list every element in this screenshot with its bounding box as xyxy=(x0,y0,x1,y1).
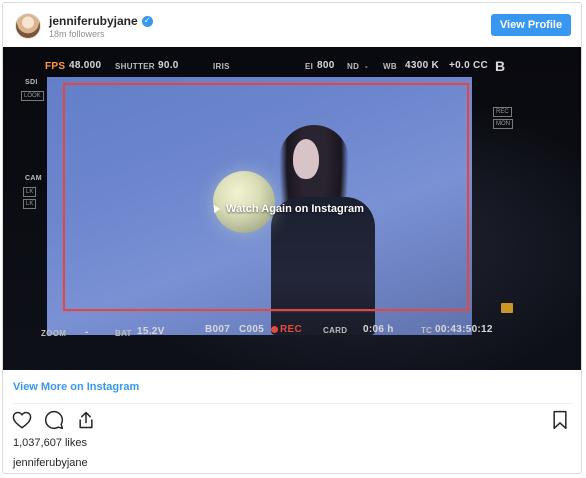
share-icon[interactable] xyxy=(75,409,97,431)
post-header: jenniferubyjane ✓ 18m followers View Pro… xyxy=(3,3,581,47)
comment-icon[interactable] xyxy=(43,409,65,431)
username[interactable]: jenniferubyjane xyxy=(49,14,138,28)
play-icon xyxy=(214,204,221,213)
username-row: jenniferubyjane ✓ xyxy=(49,14,153,28)
view-profile-button[interactable]: View Profile xyxy=(491,14,571,36)
video-overlay: Watch Again on Instagram xyxy=(3,47,581,370)
action-bar xyxy=(11,409,97,431)
view-more-link[interactable]: View More on Instagram xyxy=(13,381,139,393)
caption-username[interactable]: jenniferubyjane xyxy=(13,457,88,469)
watch-again-label: Watch Again on Instagram xyxy=(226,202,364,215)
likes-count[interactable]: 1,037,607 likes xyxy=(13,437,87,449)
divider xyxy=(13,403,573,404)
avatar[interactable] xyxy=(15,13,41,39)
followers-count: 18m followers xyxy=(49,29,105,39)
verified-badge-icon: ✓ xyxy=(141,15,153,27)
heart-icon[interactable] xyxy=(11,409,33,431)
instagram-embed-card: jenniferubyjane ✓ 18m followers View Pro… xyxy=(2,2,582,474)
watch-again-button[interactable]: Watch Again on Instagram xyxy=(214,203,364,215)
video-player[interactable]: FPS 48.000 SHUTTER 90.0 IRIS EI 800 ND -… xyxy=(3,47,581,370)
bookmark-icon[interactable] xyxy=(549,409,571,431)
